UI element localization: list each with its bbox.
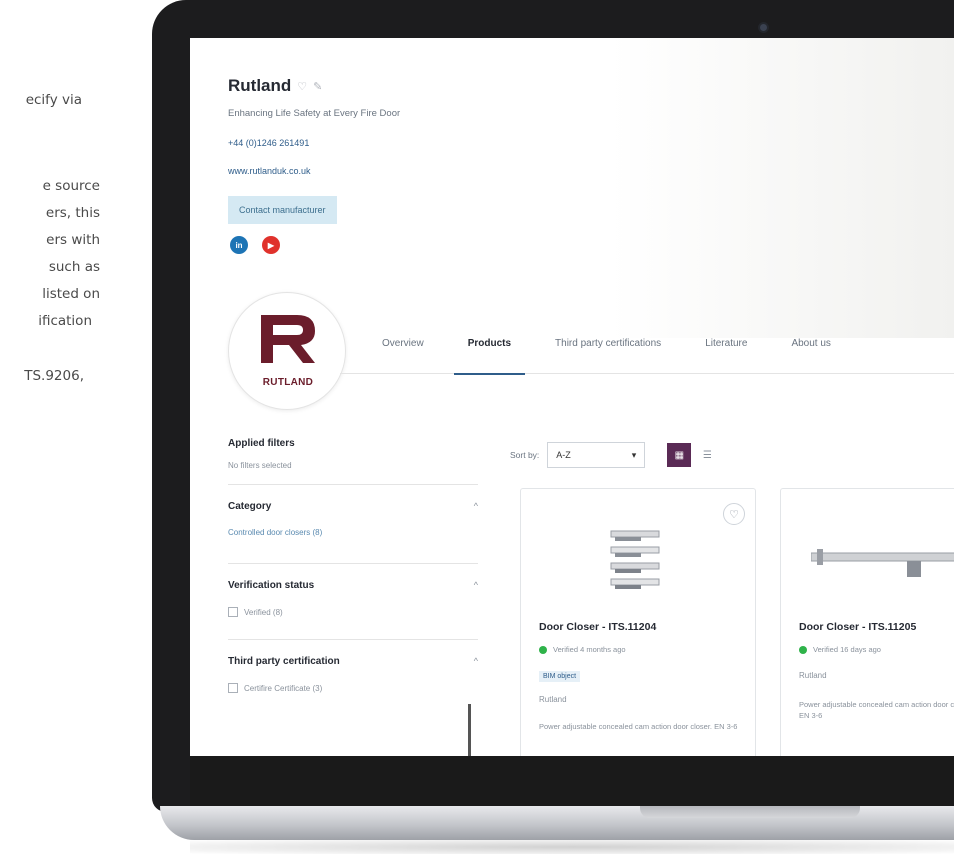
checkbox[interactable] bbox=[228, 607, 238, 617]
tab-third-party-certifications[interactable]: Third party certifications bbox=[555, 314, 661, 374]
company-tabs: Overview Products Third party certificat… bbox=[340, 314, 954, 375]
brochure-line: ification bbox=[38, 313, 92, 329]
sidebar-scrollbar[interactable] bbox=[468, 704, 471, 756]
brochure-line: ers, this bbox=[45, 205, 100, 221]
brochure-line: listed on bbox=[42, 286, 100, 302]
filter-category-title[interactable]: Category bbox=[228, 501, 478, 512]
verification-status: Verified 4 months ago bbox=[539, 645, 626, 654]
verification-text: Verified 4 months ago bbox=[553, 645, 626, 654]
logo-text: RUTLAND bbox=[262, 377, 314, 388]
filter-certification-option-label: Certifire Certificate (3) bbox=[244, 683, 323, 693]
laptop-shadow bbox=[190, 840, 954, 854]
company-website-link[interactable]: www.rutlanduk.co.uk bbox=[228, 166, 311, 176]
chevron-up-icon[interactable]: ^ bbox=[474, 580, 478, 590]
filter-verification-option-label: Verified (8) bbox=[244, 607, 283, 617]
filter-verification-title[interactable]: Verification status bbox=[228, 580, 478, 591]
filter-certification-option[interactable]: Certifire Certificate (3) bbox=[228, 683, 478, 693]
company-tagline: Enhancing Life Safety at Every Fire Door bbox=[228, 108, 401, 119]
list-view-button[interactable]: ☰ bbox=[695, 443, 720, 467]
product-name[interactable]: Door Closer - ITS.11205 bbox=[799, 621, 916, 633]
company-phone-link[interactable]: +44 (0)1246 261491 bbox=[228, 138, 309, 148]
door-closer-stack-image bbox=[610, 530, 660, 589]
edit-icon[interactable]: ✎ bbox=[313, 80, 322, 93]
applied-filters-title: Applied filters bbox=[228, 438, 295, 449]
chevron-up-icon[interactable]: ^ bbox=[474, 501, 478, 511]
tab-overview[interactable]: Overview bbox=[382, 314, 424, 374]
grid-icon: ▦ bbox=[674, 449, 685, 461]
favourite-heart-icon[interactable]: ♡ bbox=[723, 503, 745, 525]
rutland-logo-mark-icon bbox=[261, 315, 315, 363]
door-closer-arm-image bbox=[811, 549, 954, 577]
webcam-icon bbox=[760, 24, 767, 31]
verified-dot-icon bbox=[799, 645, 807, 654]
filter-verification-option[interactable]: Verified (8) bbox=[228, 607, 478, 617]
filter-category-option[interactable]: Controlled door closers (8) bbox=[228, 528, 478, 537]
company-title: Rutland ♡ ✎ bbox=[228, 76, 322, 96]
brochure-line: ecify via bbox=[25, 92, 82, 108]
verification-status: Verified 16 days ago bbox=[799, 645, 881, 654]
chevron-down-icon: ▾ bbox=[631, 449, 637, 460]
company-logo: RUTLAND bbox=[228, 292, 346, 410]
product-manufacturer: Rutland bbox=[539, 695, 567, 704]
linkedin-icon[interactable]: in bbox=[230, 236, 248, 254]
product-card[interactable]: Door Closer - ITS.11205 Verified 16 days… bbox=[780, 488, 954, 756]
checkbox[interactable] bbox=[228, 683, 238, 693]
filters-sidebar: Applied filters No filters selected Cate… bbox=[228, 438, 478, 693]
product-manufacturer: Rutland bbox=[799, 671, 827, 680]
sort-select[interactable]: A-Z ▾ bbox=[547, 442, 646, 468]
product-card[interactable]: ♡ Door Closer - ITS.11204 Verified 4 mon… bbox=[520, 488, 756, 756]
sort-value: A-Z bbox=[556, 450, 571, 460]
company-name: Rutland bbox=[228, 76, 292, 95]
grid-view-button[interactable]: ▦ bbox=[667, 443, 692, 467]
tab-about-us[interactable]: About us bbox=[791, 314, 830, 374]
sort-label: Sort by: bbox=[510, 450, 540, 460]
filter-category: Category ^ Controlled door closers (8) bbox=[228, 484, 478, 537]
laptop-notch bbox=[640, 806, 860, 818]
sort-toolbar: Sort by: A-Z ▾ ▦ ☰ bbox=[510, 442, 720, 468]
chevron-up-icon[interactable]: ^ bbox=[474, 656, 478, 666]
product-description: Power adjustable concealed cam action do… bbox=[539, 722, 738, 731]
laptop-screen: Rutland ♡ ✎ Enhancing Life Safety at Eve… bbox=[190, 38, 954, 756]
filter-certification: Third party certification ^ Certifire Ce… bbox=[228, 639, 478, 693]
filter-certification-title[interactable]: Third party certification bbox=[228, 656, 478, 667]
tab-literature[interactable]: Literature bbox=[705, 314, 747, 374]
bim-badge: BIM object bbox=[539, 671, 581, 682]
brochure-line: TS.9206, bbox=[24, 368, 84, 384]
verification-text: Verified 16 days ago bbox=[813, 645, 881, 654]
list-icon: ☰ bbox=[702, 449, 712, 461]
laptop-bezel bbox=[190, 756, 954, 806]
verified-dot-icon bbox=[539, 645, 547, 654]
product-name[interactable]: Door Closer - ITS.11204 bbox=[539, 621, 656, 633]
brochure-line: ers with bbox=[46, 232, 100, 248]
contact-manufacturer-button[interactable]: Contact manufacturer bbox=[228, 196, 337, 224]
youtube-icon[interactable]: ▶ bbox=[262, 236, 280, 254]
tab-products[interactable]: Products bbox=[453, 314, 526, 375]
brochure-line: such as bbox=[48, 259, 100, 275]
product-description: Power adjustable concealed cam action do… bbox=[799, 700, 954, 721]
filter-verification: Verification status ^ Verified (8) bbox=[228, 563, 478, 617]
brochure-text-column: ecify via e source ers, this ers with su… bbox=[0, 0, 160, 861]
heart-icon[interactable]: ♡ bbox=[297, 80, 307, 93]
brochure-line: e source bbox=[42, 178, 100, 194]
applied-filters-empty: No filters selected bbox=[228, 461, 292, 470]
